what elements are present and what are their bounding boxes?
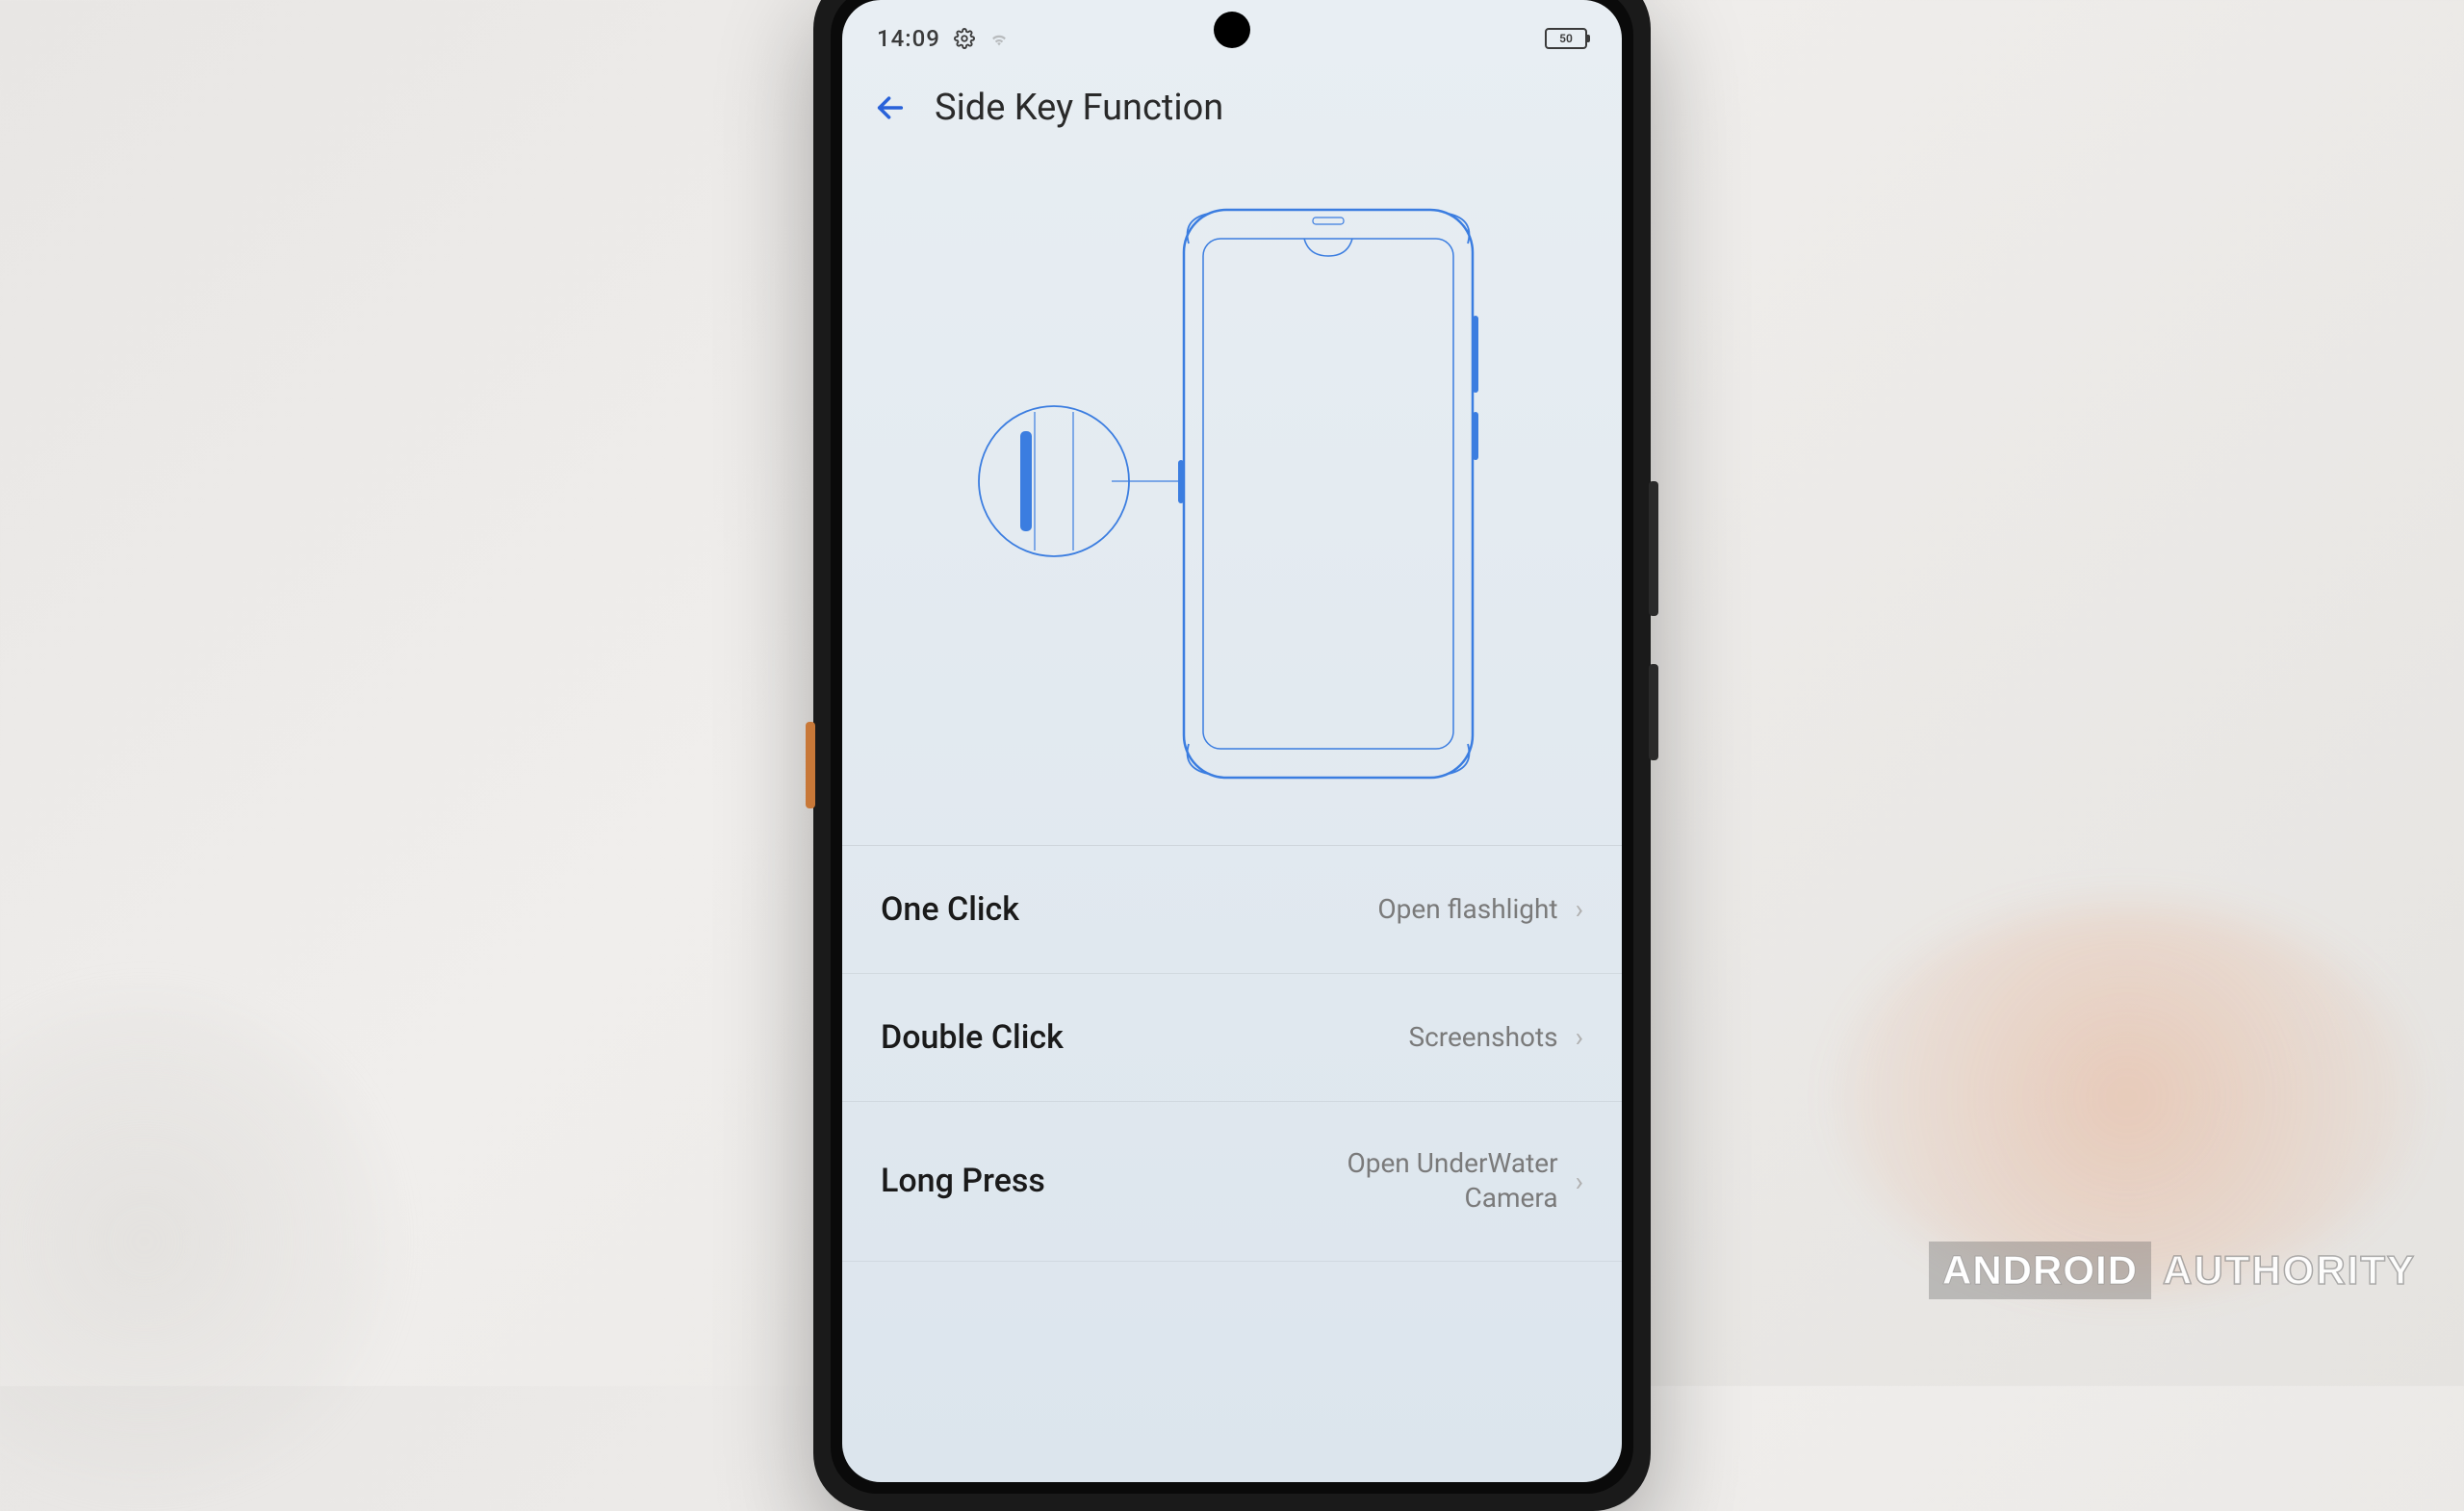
- page-header: Side Key Function: [842, 58, 1622, 152]
- chevron-right-icon: ›: [1576, 893, 1583, 925]
- setting-double-click[interactable]: Double Click Screenshots ›: [842, 974, 1622, 1102]
- watermark: ANDROID AUTHORITY: [1929, 1242, 2416, 1299]
- phone-volume-button: [1649, 481, 1658, 616]
- phone-screen: 14:09 50: [842, 0, 1622, 1482]
- phone-outline-illustration: [962, 191, 1502, 807]
- phone-power-button: [1649, 664, 1658, 760]
- setting-value: Open UnderWater Camera: [1250, 1146, 1558, 1216]
- setting-value: Screenshots: [1408, 1020, 1557, 1055]
- setting-long-press[interactable]: Long Press Open UnderWater Camera ›: [842, 1102, 1622, 1262]
- setting-one-click[interactable]: One Click Open flashlight ›: [842, 846, 1622, 974]
- phone-frame: 14:09 50: [813, 0, 1651, 1511]
- watermark-brand-second: AUTHORITY: [2163, 1247, 2416, 1293]
- background-blur: [1838, 905, 2416, 1290]
- front-camera-notch: [1214, 12, 1250, 48]
- back-arrow-icon: [874, 91, 907, 124]
- side-key-diagram: [842, 152, 1622, 845]
- setting-label: Double Click: [881, 1018, 1064, 1057]
- setting-label: Long Press: [881, 1162, 1045, 1200]
- phone-side-key-left: [806, 722, 815, 808]
- setting-label: One Click: [881, 890, 1019, 929]
- settings-list: One Click Open flashlight › Double Click…: [842, 845, 1622, 1262]
- back-button[interactable]: [869, 87, 911, 129]
- battery-indicator: 50: [1545, 28, 1587, 49]
- watermark-brand-first: ANDROID: [1929, 1242, 2151, 1299]
- wifi-icon: [988, 28, 1010, 49]
- settings-gear-icon: [954, 28, 975, 49]
- setting-value: Open flashlight: [1377, 892, 1557, 927]
- chevron-right-icon: ›: [1576, 1165, 1583, 1197]
- battery-level: 50: [1559, 32, 1573, 45]
- background-blur: [0, 1001, 385, 1482]
- status-time: 14:09: [877, 25, 940, 52]
- phone-bezel: 14:09 50: [831, 0, 1633, 1494]
- chevron-right-icon: ›: [1576, 1021, 1583, 1053]
- page-title: Side Key Function: [935, 87, 1223, 129]
